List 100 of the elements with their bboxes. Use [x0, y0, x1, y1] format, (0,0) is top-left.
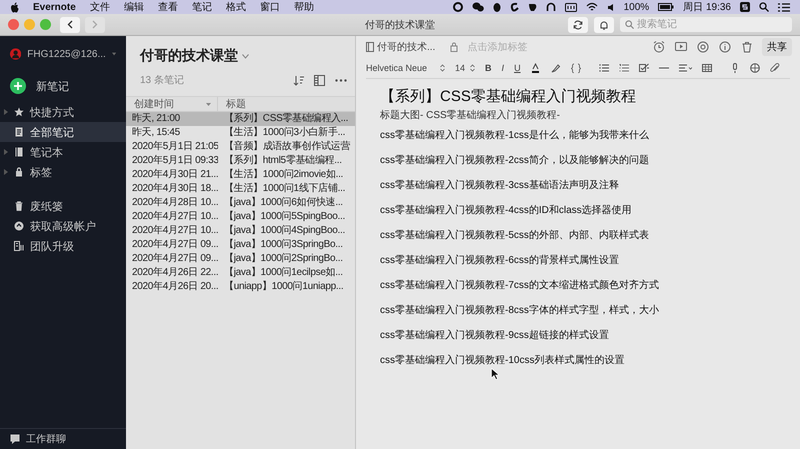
clock[interactable]: 周日 19:36: [683, 0, 731, 14]
more-options-icon[interactable]: [335, 78, 347, 82]
table-icon[interactable]: [702, 63, 712, 73]
sidebar-item[interactable]: 快捷方式: [0, 102, 126, 122]
trash-icon[interactable]: [741, 41, 753, 53]
menu-item[interactable]: 格式: [226, 0, 246, 14]
code-braces-icon[interactable]: [570, 63, 581, 73]
menu-item[interactable]: 编辑: [124, 0, 144, 14]
menu-list-icon[interactable]: [778, 2, 790, 12]
sidebar-item[interactable]: 废纸篓: [0, 196, 126, 216]
highlighter-icon[interactable]: [550, 63, 561, 73]
sidebar-item[interactable]: 笔记本: [0, 142, 126, 162]
sync-icon: [573, 20, 583, 30]
created-time-cell-text: 2020年4月27日 10...: [131, 210, 218, 224]
sync-button[interactable]: [568, 16, 588, 32]
menu-item[interactable]: 帮助: [294, 0, 314, 14]
chevron-left-icon: [67, 20, 73, 29]
search-field[interactable]: 搜索笔记: [620, 17, 792, 32]
note-title-cell-text: 【java】1000问4SpingBoo...: [223, 224, 346, 238]
wifi-icon[interactable]: [586, 2, 598, 12]
paperclip-icon[interactable]: [770, 63, 780, 73]
note-row[interactable]: 2020年4月27日 10... 【java】1000问4SpingBoo...: [126, 224, 355, 238]
note-row[interactable]: 2020年5月1日 21:05 【音频】成语故事创作试运营: [126, 140, 355, 154]
trash-icon: [14, 201, 24, 211]
note-row[interactable]: 2020年4月30日 18... 【生活】1000问1线下店铺...: [126, 182, 355, 196]
battery-percentage: 100%: [624, 2, 650, 12]
app-s-icon[interactable]: [740, 2, 750, 12]
sidebar-item[interactable]: 全部笔记: [0, 122, 126, 142]
globe-icon[interactable]: [750, 63, 760, 73]
menu-item[interactable]: 笔记: [192, 0, 212, 14]
created-time-cell-text: 2020年4月26日 20...: [131, 280, 218, 294]
note-title[interactable]: 【系列】CSS零基础编程入门视频教程: [380, 87, 776, 106]
note-title-cell-text: 【java】1000问5SpingBoo...: [223, 210, 346, 224]
search-icon[interactable]: [759, 2, 769, 12]
notebook-selector[interactable]: 付哥的技术...: [366, 40, 436, 54]
note-row[interactable]: 昨天, 15:45 【生活】1000问3小白新手...: [126, 126, 355, 140]
avatar-icon[interactable]: [10, 46, 22, 62]
text-color-icon[interactable]: [530, 63, 541, 73]
new-note-button[interactable]: 新笔记: [10, 78, 69, 94]
column-header[interactable]: 标题: [218, 97, 355, 111]
note-row[interactable]: 2020年4月28日 10... 【java】1000问6如何快速...: [126, 196, 355, 210]
note-row[interactable]: 2020年4月30日 21... 【生活】1000问2imovie如...: [126, 168, 355, 182]
swirl-icon[interactable]: [510, 2, 519, 12]
column-header[interactable]: 创建时间: [126, 97, 218, 111]
account-name[interactable]: FHG1225@126...: [27, 48, 106, 60]
font-family-select[interactable]: Helvetica Neue: [366, 63, 446, 73]
sidebar-item[interactable]: 团队升级: [0, 236, 126, 256]
format-button[interactable]: U: [514, 63, 521, 73]
star-icon: [14, 107, 24, 117]
created-time-cell-text: 2020年4月27日 10...: [131, 224, 218, 238]
chat-icon[interactable]: [10, 434, 20, 444]
presentation-icon[interactable]: [675, 41, 687, 53]
align-left-icon[interactable]: [678, 63, 692, 73]
note-paragraph: css零基础编程入门视频教程-1css是什么，能够为我带来什么: [380, 130, 650, 141]
apple-logo-icon: [10, 2, 19, 12]
created-time-cell-text: 2020年4月26日 22...: [131, 266, 218, 280]
sort-icon[interactable]: [293, 74, 304, 86]
sidebar-item[interactable]: 获取高级帐户: [0, 216, 126, 236]
note-title-cell-text: 【java】1000问1ecilpse如...: [223, 266, 344, 280]
tag-field[interactable]: 点击添加标签: [467, 42, 558, 52]
note-title-cell-text: 【uniapp】1000问1uniapp...: [223, 280, 344, 294]
chat-bubbles-icon[interactable]: [472, 2, 484, 12]
bullet-list-icon[interactable]: [598, 63, 609, 73]
search-icon: [625, 20, 634, 29]
format-button[interactable]: B: [485, 63, 492, 73]
note-row[interactable]: 2020年4月27日 10... 【java】1000问5SpingBoo...: [126, 210, 355, 224]
menu-item[interactable]: 查看: [158, 0, 178, 14]
speaker-icon[interactable]: [606, 2, 615, 12]
share-button[interactable]: 共享: [762, 38, 792, 56]
notifications-button[interactable]: [594, 16, 614, 32]
created-time-cell-text: 2020年4月28日 10...: [131, 196, 218, 210]
note-row[interactable]: 2020年4月26日 20... 【uniapp】1000问1uniapp...: [126, 280, 355, 294]
menu-item[interactable]: 文件: [90, 0, 110, 14]
notebook-title[interactable]: 付哥的技术课堂: [140, 47, 238, 65]
app-name-menu[interactable]: Evernote: [33, 2, 76, 12]
back-button[interactable]: [60, 16, 80, 32]
note-row[interactable]: 2020年4月26日 22... 【java】1000问1ecilpse如...: [126, 266, 355, 280]
font-size-select[interactable]: 14: [455, 63, 476, 73]
created-time-cell-text: 2020年5月1日 21:05: [131, 140, 218, 154]
reminder-alarm-icon[interactable]: [653, 41, 665, 53]
note-title-cell-text: 【生活】1000问1线下店铺...: [223, 182, 346, 196]
numbered-list-icon[interactable]: [618, 63, 629, 73]
chevron-down-icon[interactable]: [242, 54, 249, 58]
battery-icon[interactable]: [658, 3, 674, 11]
bell-icon: [599, 20, 609, 30]
note-row[interactable]: 昨天, 21:00 【系列】CSS零基础编程入...: [126, 112, 355, 126]
record-icon[interactable]: [452, 2, 463, 12]
note-row[interactable]: 2020年4月27日 09... 【java】1000问3SpringBo...: [126, 238, 355, 252]
checkbox-list-icon[interactable]: [638, 63, 649, 73]
note-row[interactable]: 2020年4月27日 09... 【java】1000问2SpringBo...: [126, 252, 355, 266]
created-time-cell-text: 2020年4月27日 09...: [131, 252, 218, 266]
info-icon[interactable]: [719, 41, 731, 53]
menu-item[interactable]: 窗口: [260, 0, 280, 14]
caret-down-icon[interactable]: [112, 52, 116, 56]
note-row[interactable]: 2020年5月1日 09:33 【系列】html5零基础编程...: [126, 154, 355, 168]
view-layout-icon[interactable]: [314, 74, 325, 86]
format-button[interactable]: I: [502, 63, 504, 73]
work-chat-link[interactable]: 工作群聊: [26, 432, 66, 446]
sidebar-item[interactable]: 标签: [0, 162, 126, 182]
notebook-icon: [366, 42, 374, 52]
